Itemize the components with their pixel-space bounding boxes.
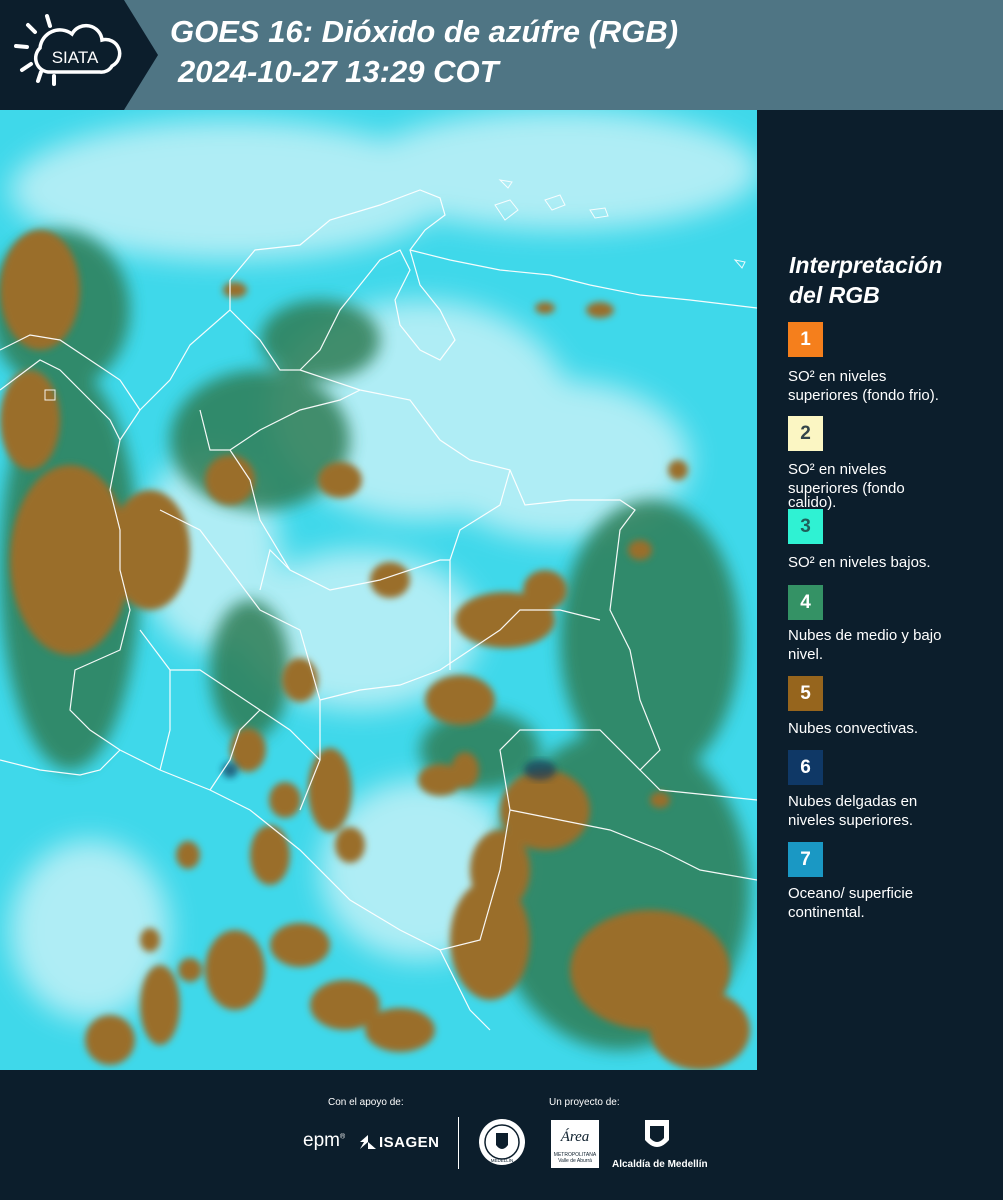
legend-label-4: Nubes de medio y bajo nivel.: [788, 626, 993, 664]
legend-number: 1: [800, 328, 811, 350]
legend-label-line: Oceano/ superficie: [788, 885, 914, 902]
legend-number: 2: [800, 422, 811, 444]
logo-text: SIATA: [52, 48, 99, 67]
epm-text: epm: [303, 1130, 340, 1151]
legend-label-line: Nubes de medio y bajo: [788, 627, 942, 644]
legend-label-3: SO² en niveles bajos.: [788, 553, 993, 572]
isagen-logo: ISAGEN: [379, 1134, 440, 1151]
legend-swatch-3: 3: [788, 509, 823, 544]
legend-number: 6: [800, 756, 811, 778]
legend-label-line: SO² en niveles bajos.: [788, 554, 931, 571]
support-label: Con el apoyo de:: [328, 1097, 404, 1108]
isagen-icon: [360, 1135, 376, 1149]
header-bar: SIATA GOES 16: Dióxido de azúfre (RGB) 2…: [0, 0, 1003, 110]
legend-label-5: Nubes convectivas.: [788, 719, 993, 738]
page-title: GOES 16: Dióxido de azúfre (RGB): [170, 14, 679, 49]
area-logo-valle: Valle de Aburrá: [558, 1158, 592, 1164]
legend-swatch-1: 1: [788, 322, 823, 357]
epm-logo: epm®: [303, 1130, 346, 1151]
legend-label-line: Nubes delgadas en: [788, 793, 918, 810]
legend-label-1: SO² en niveles superiores (fondo frio).: [788, 367, 993, 405]
legend-swatch-4: 4: [788, 585, 823, 620]
legend-label-6: Nubes delgadas en niveles superiores.: [788, 792, 993, 830]
area-logo-text: Área: [560, 1129, 590, 1145]
satellite-map: [0, 110, 757, 1070]
legend-swatch-5: 5: [788, 676, 823, 711]
seal-text: MEDELLÍN: [491, 1157, 514, 1163]
footer-divider: [458, 1117, 459, 1169]
legend-title: Interpretación del RGB: [789, 250, 942, 310]
legend-label-line: continental.: [788, 904, 865, 921]
legend-number: 7: [800, 848, 811, 870]
legend-title-line2: del RGB: [789, 282, 880, 308]
legend-panel: Interpretación del RGB 1 SO² en niveles …: [757, 110, 1003, 1070]
legend-number: 5: [800, 682, 811, 704]
medellin-seal-icon: MEDELLÍN: [479, 1119, 525, 1165]
project-label: Un proyecto de:: [549, 1097, 620, 1108]
legend-number: 3: [800, 515, 811, 537]
siata-logo: SIATA: [0, 0, 158, 110]
legend-label-line: SO² en niveles: [788, 368, 887, 385]
legend-swatch-7: 7: [788, 842, 823, 877]
legend-swatch-6: 6: [788, 750, 823, 785]
timestamp: 2024-10-27 13:29 COT: [178, 54, 499, 89]
legend-label-line: niveles superiores.: [788, 812, 914, 829]
legend-label-line: Nubes convectivas.: [788, 720, 919, 737]
legend-label-line: nivel.: [788, 646, 824, 663]
area-metropolitana-logo: Área METROPOLITANA Valle de Aburrá: [551, 1120, 599, 1168]
alcaldia-logo-text: Alcaldía de Medellín: [612, 1159, 708, 1170]
rgb-image: [0, 110, 757, 1070]
alcaldia-shield-icon: [645, 1120, 669, 1147]
legend-label-2: SO² en niveles superiores (fondo calido)…: [788, 460, 993, 512]
footer: Con el apoyo de: Un proyecto de: epm® IS…: [0, 1070, 1003, 1200]
legend-label-7: Oceano/ superficie continental.: [788, 884, 993, 922]
legend-number: 4: [800, 591, 811, 613]
legend-swatch-2: 2: [788, 416, 823, 451]
legend-title-line1: Interpretación: [789, 252, 943, 278]
legend-label-line: SO² en niveles: [788, 461, 887, 478]
legend-label-line: superiores (fondo frio).: [788, 387, 939, 404]
